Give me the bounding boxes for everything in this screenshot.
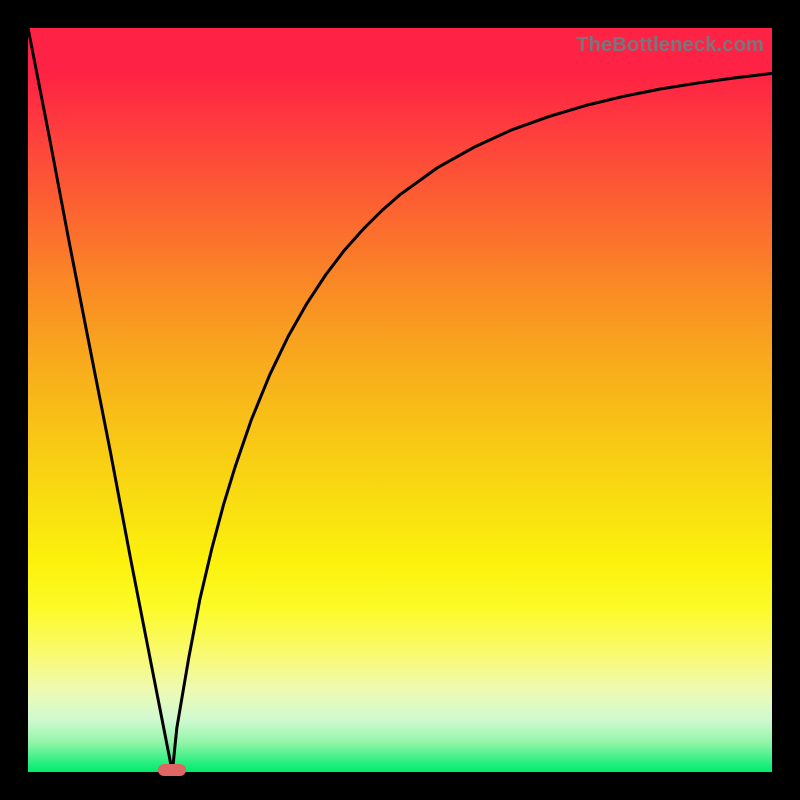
chart-curve (28, 28, 772, 772)
chart-curve-svg (28, 28, 772, 772)
chart-frame: TheBottleneck.com (0, 0, 800, 800)
chart-plot-area: TheBottleneck.com (28, 28, 772, 772)
chart-marker (158, 764, 186, 776)
